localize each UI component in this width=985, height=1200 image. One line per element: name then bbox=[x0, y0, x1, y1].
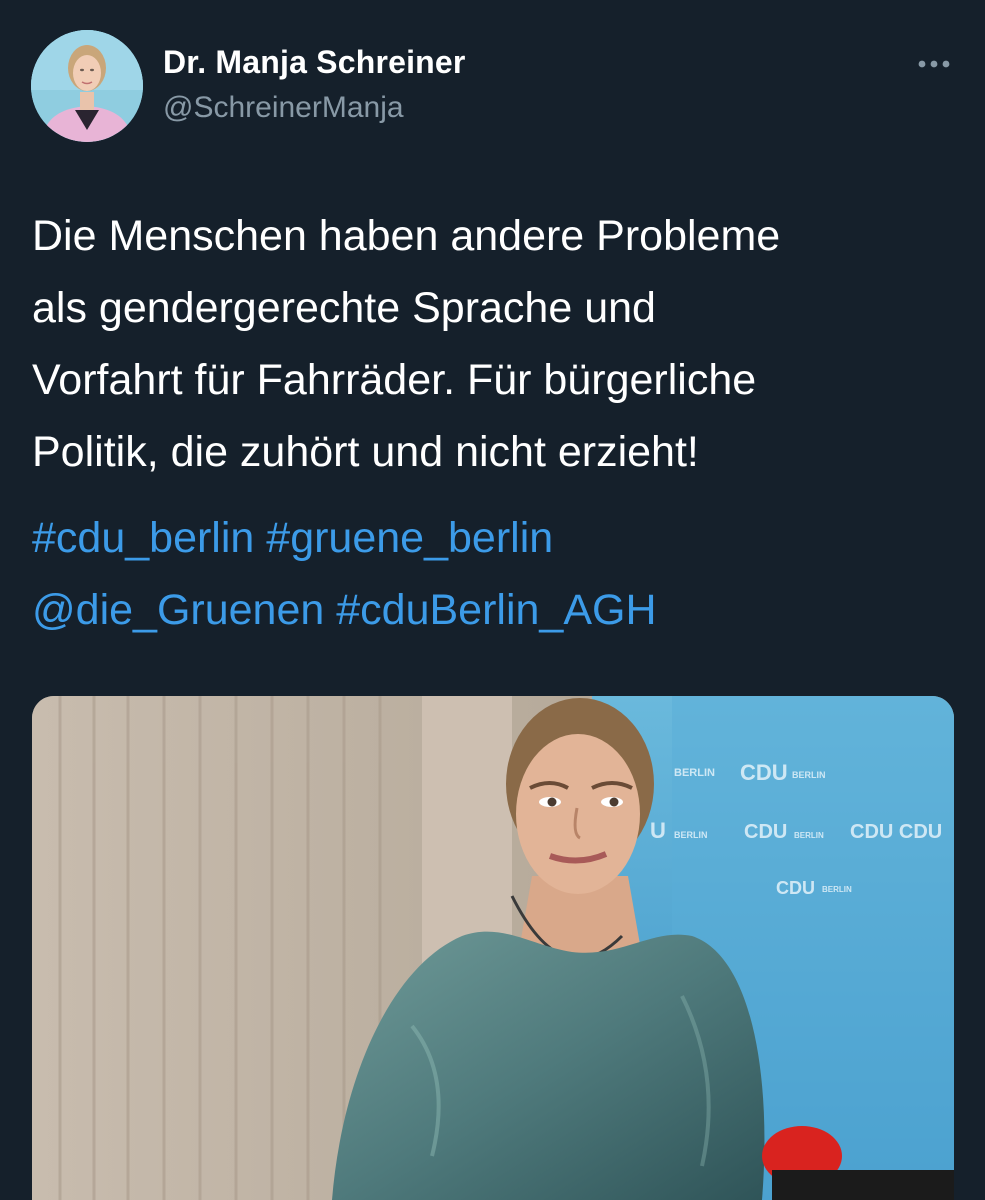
hashtag-cduberlin-agh[interactable]: #cduBerlin_AGH bbox=[336, 586, 656, 634]
author-avatar[interactable] bbox=[31, 30, 143, 142]
mention-die-gruenen[interactable]: @die_Gruenen bbox=[32, 586, 324, 634]
photo-image: BERLIN CDU BERLIN U BERLIN CDU BERLIN CD… bbox=[32, 696, 954, 1200]
tweet-text: Die Menschen haben andere Probleme als g… bbox=[32, 200, 962, 488]
backdrop-text: CDU bbox=[744, 821, 787, 843]
hashtag-line: #cdu_berlin #gruene_berlin bbox=[32, 502, 962, 574]
more-icon[interactable] bbox=[912, 46, 956, 82]
backdrop-text: CDU bbox=[776, 878, 815, 898]
tweet-photo[interactable]: BERLIN CDU BERLIN U BERLIN CDU BERLIN CD… bbox=[32, 696, 954, 1200]
tweet-text-line: Politik, die zuhört und nicht erzieht! bbox=[32, 428, 699, 476]
avatar-image bbox=[31, 30, 143, 142]
author-handle[interactable]: @SchreinerManja bbox=[163, 91, 404, 125]
hashtag-line: @die_Gruenen #cduBerlin_AGH bbox=[32, 574, 962, 646]
backdrop-text: BERLIN bbox=[674, 830, 708, 840]
backdrop-text: CDU bbox=[740, 760, 788, 785]
tweet-text-line: Vorfahrt für Fahrräder. Für bürgerliche bbox=[32, 356, 757, 404]
backdrop-text: CDU CDU bbox=[850, 821, 942, 843]
backdrop-text: U bbox=[650, 818, 666, 843]
author-display-name[interactable]: Dr. Manja Schreiner bbox=[163, 44, 466, 81]
tweet-card: Dr. Manja Schreiner @SchreinerManja Die … bbox=[0, 0, 985, 1200]
backdrop-text: BERLIN bbox=[674, 767, 715, 779]
hashtag-cdu-berlin[interactable]: #cdu_berlin bbox=[32, 514, 254, 562]
backdrop-text: BERLIN bbox=[822, 885, 852, 894]
tweet-text-line: Die Menschen haben andere Probleme bbox=[32, 212, 781, 260]
more-horizontal-icon bbox=[918, 60, 950, 68]
backdrop-text: BERLIN bbox=[792, 770, 826, 780]
hashtag-gruene-berlin[interactable]: #gruene_berlin bbox=[266, 514, 553, 562]
backdrop-text: BERLIN bbox=[794, 831, 824, 840]
tweet-text-line: als gendergerechte Sprache und bbox=[32, 284, 656, 332]
tweet-hashtags: #cdu_berlin #gruene_berlin @die_Gruenen … bbox=[32, 502, 962, 646]
